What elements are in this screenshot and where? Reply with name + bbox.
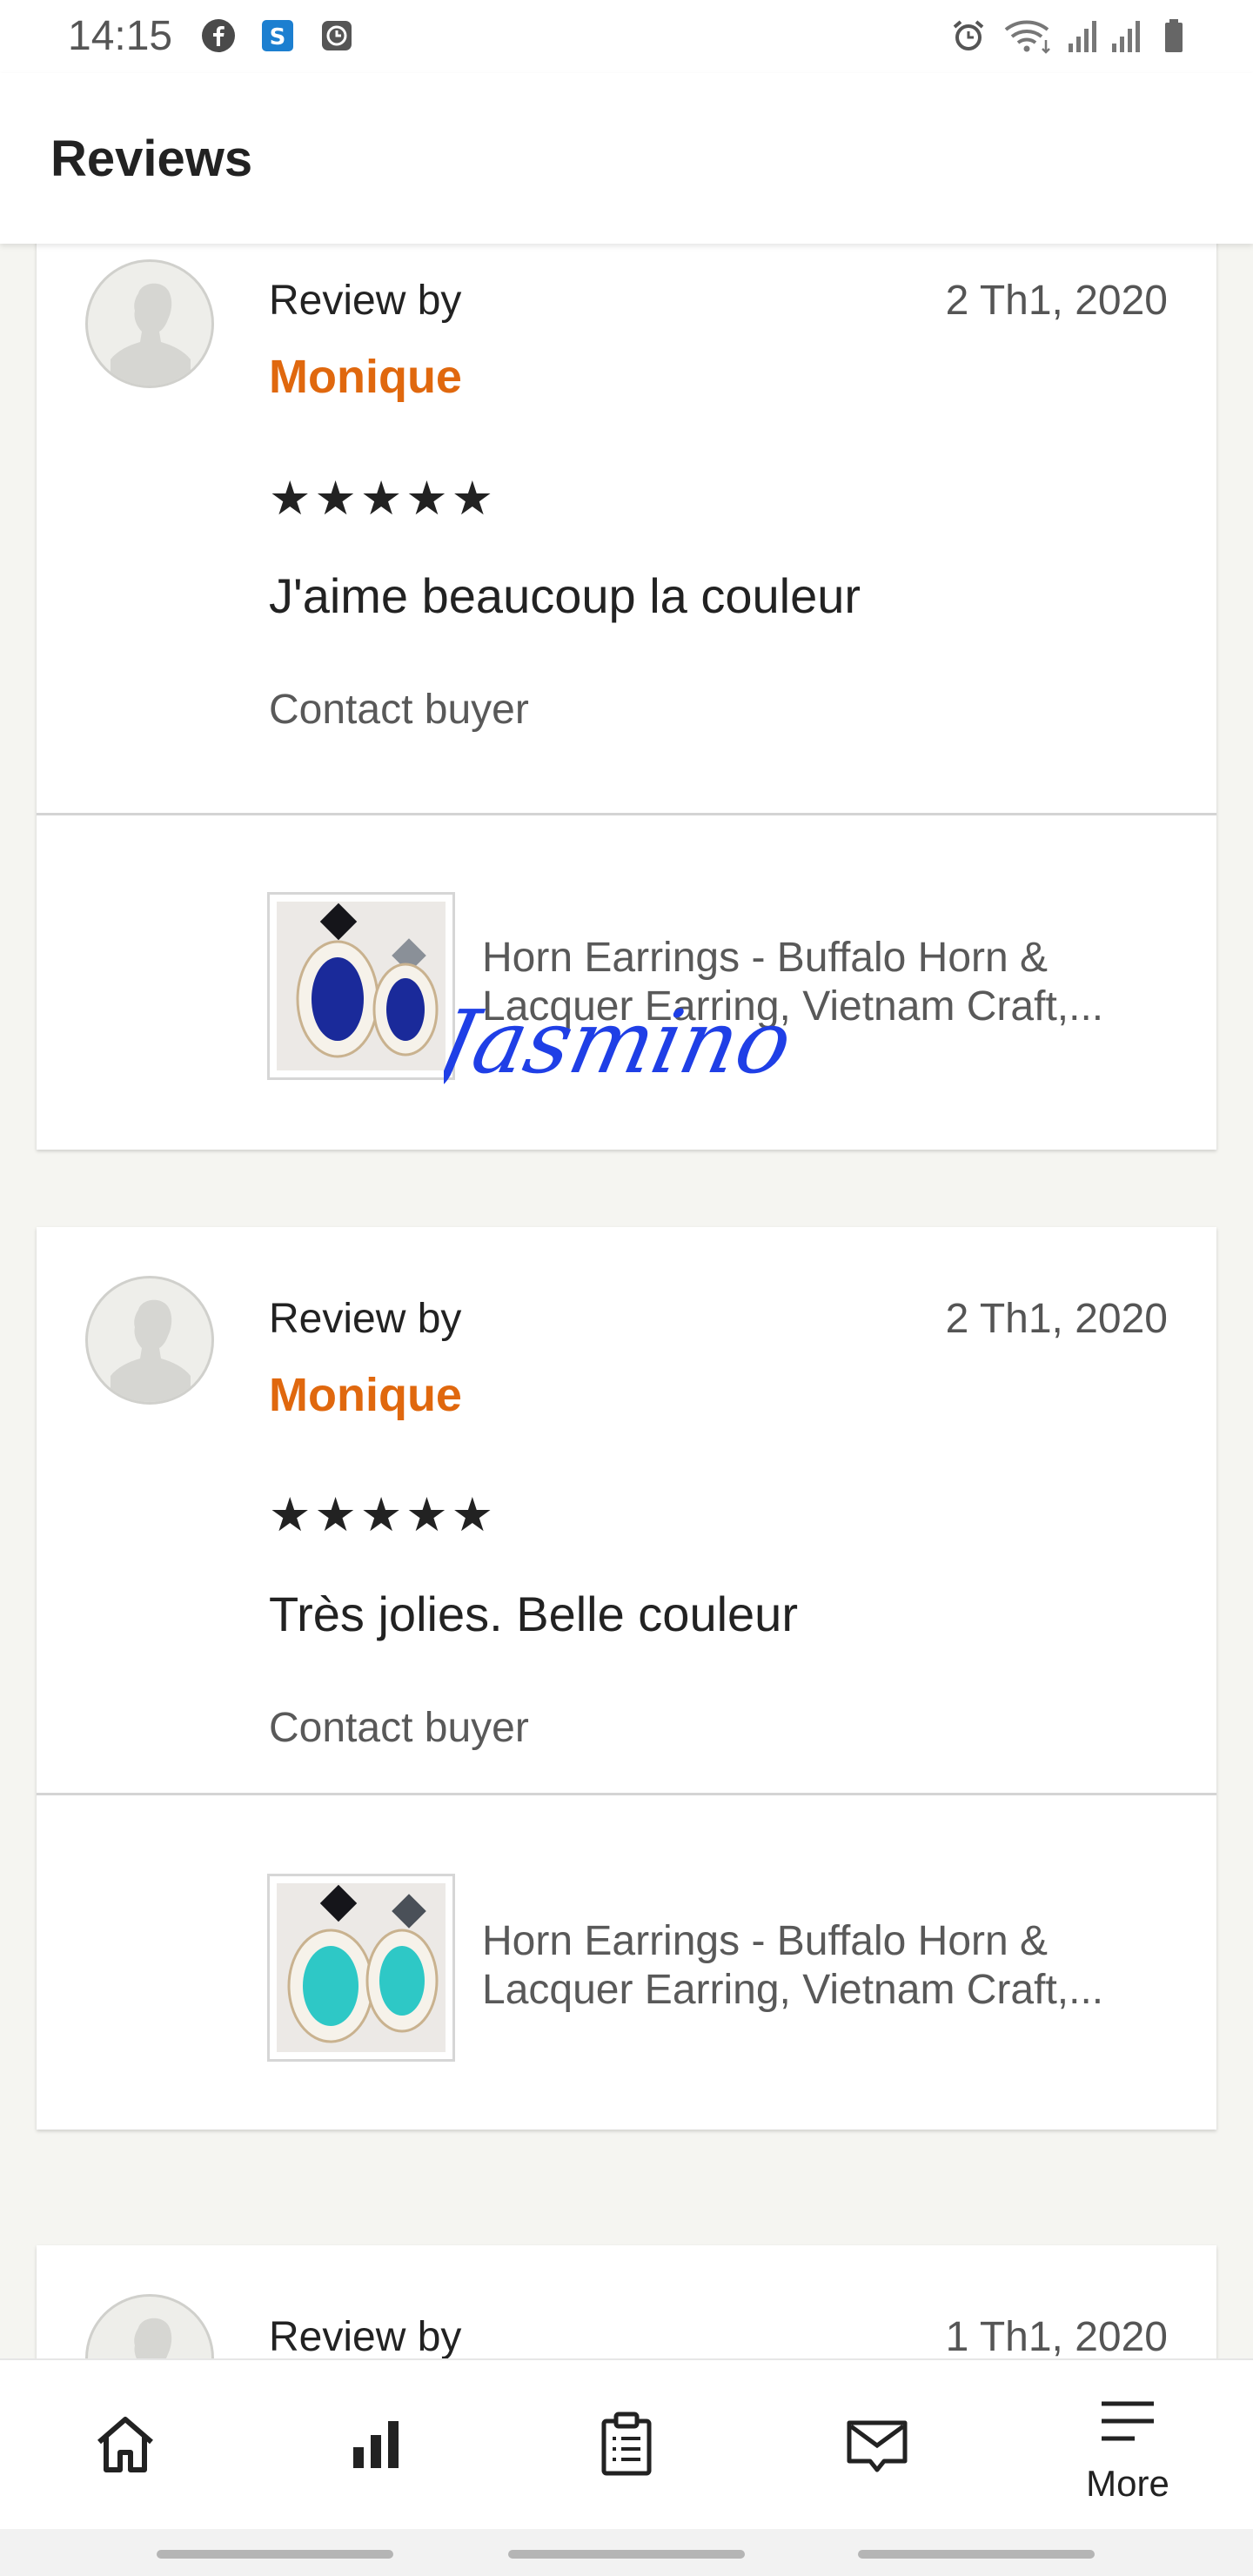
contact-buyer-link[interactable]: Contact buyer <box>269 686 529 735</box>
review-body: Review by Monique 2 Th1, 2020 ★★★★★ Très… <box>37 1227 1216 1795</box>
orders-icon <box>601 2412 652 2476</box>
review-date: 2 Th1, 2020 <box>945 1296 1168 1342</box>
nav-more[interactable]: More <box>1002 2360 1253 2531</box>
review-card: Review by 1 Th1, 2020 <box>37 2245 1216 2358</box>
nav-more-label: More <box>1086 2463 1169 2504</box>
review-body: Review by Monique 2 Th1, 2020 ★★★★★ J'ai… <box>37 244 1216 815</box>
nav-orders[interactable] <box>501 2360 752 2531</box>
avatar-silhouette-icon <box>134 2318 172 2358</box>
earring-image <box>277 902 446 1070</box>
earring-enamel <box>379 1946 425 2016</box>
signal-icon <box>1112 21 1140 52</box>
facebook-icon <box>202 19 235 52</box>
page-title: Reviews <box>50 131 253 187</box>
avatar[interactable] <box>85 2294 214 2358</box>
clock-app-icon <box>322 21 352 50</box>
listing-thumbnail[interactable] <box>267 1874 455 2062</box>
avatar-silhouette-icon <box>111 283 191 386</box>
review-listing[interactable]: Horn Earrings - Buffalo Horn & Lacquer E… <box>37 815 1216 1150</box>
alarm-icon <box>953 20 984 50</box>
stats-icon <box>353 2421 399 2468</box>
review-text: J'aime beaucoup la couleur <box>269 568 861 623</box>
earring-enamel <box>312 957 364 1041</box>
skype-icon: S <box>262 20 293 51</box>
handwritten-signature: Jasmino <box>444 999 801 1093</box>
gesture-pill-right[interactable] <box>858 2550 1095 2559</box>
reviewer-name[interactable]: Monique <box>269 350 462 404</box>
nav-stats[interactable] <box>251 2360 501 2531</box>
review-listing[interactable]: Horn Earrings - Buffalo Horn & Lacquer E… <box>37 1795 1216 2130</box>
review-text: Très jolies. Belle couleur <box>269 1587 798 1641</box>
gesture-pill-left[interactable] <box>157 2550 393 2559</box>
status-time: 14:15 <box>68 13 173 59</box>
review-date: 1 Th1, 2020 <box>945 2314 1168 2358</box>
star-rating: ★★★★★ <box>269 473 498 525</box>
nav-messages[interactable] <box>752 2360 1002 2531</box>
review-card: Review by Monique 2 Th1, 2020 ★★★★★ Très… <box>37 1227 1216 2130</box>
review-by-label: Review by <box>269 278 462 324</box>
status-bar: 14:15 S <box>0 0 1253 73</box>
reviews-feed[interactable]: Review by Monique 2 Th1, 2020 ★★★★★ J'ai… <box>0 244 1253 2358</box>
contact-buyer-link[interactable]: Contact buyer <box>269 1704 529 1753</box>
svg-text:S: S <box>270 24 286 50</box>
earring-image <box>277 1883 446 2052</box>
messages-icon <box>847 2420 908 2472</box>
menu-icon <box>1102 2401 1154 2441</box>
review-by-label: Review by <box>269 1296 462 1342</box>
reviewer-name[interactable]: Monique <box>269 1368 462 1422</box>
signal-icon <box>1069 21 1096 52</box>
earring-enamel <box>303 1946 358 2026</box>
app-header: Reviews <box>0 73 1253 244</box>
earring-enamel <box>386 978 425 1041</box>
listing-title-line2[interactable]: Lacquer Earring, Vietnam Craft,... <box>482 1966 1178 2015</box>
listing-title-line1[interactable]: Horn Earrings - Buffalo Horn & <box>482 1917 1178 1966</box>
gesture-bar <box>0 2529 1253 2576</box>
svg-text:Jasmino: Jasmino <box>444 999 801 1093</box>
review-by-label: Review by <box>269 2314 462 2358</box>
avatar-silhouette-icon <box>111 1299 191 1402</box>
listing-title-line1[interactable]: Horn Earrings - Buffalo Horn & <box>482 934 1178 983</box>
listing-thumbnail[interactable] <box>267 892 455 1080</box>
gesture-pill-center[interactable] <box>508 2550 745 2559</box>
battery-icon <box>1165 19 1183 52</box>
wifi-icon <box>1004 20 1050 54</box>
nav-home[interactable] <box>0 2360 251 2531</box>
home-icon <box>97 2417 153 2472</box>
bottom-nav: More <box>0 2358 1253 2531</box>
avatar[interactable] <box>85 259 214 388</box>
avatar[interactable] <box>85 1276 214 1405</box>
star-rating: ★★★★★ <box>269 1489 498 1541</box>
review-date: 2 Th1, 2020 <box>945 278 1168 324</box>
